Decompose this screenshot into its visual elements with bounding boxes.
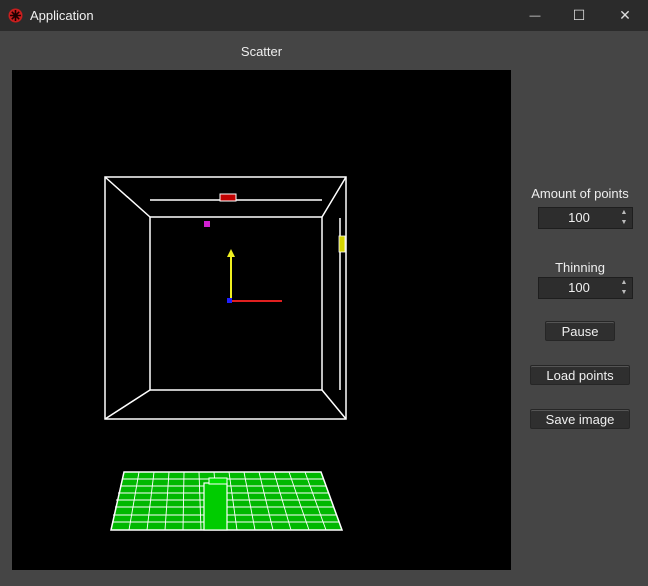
window-title: Application	[30, 8, 94, 23]
scene-title: Scatter	[240, 44, 283, 59]
z-axis	[227, 298, 232, 303]
app-icon	[8, 8, 23, 23]
load-points-button[interactable]: Load points	[530, 365, 630, 385]
y-axis-arrow	[227, 249, 235, 257]
amount-spinbox[interactable]: 100 ▲ ▼	[538, 207, 633, 229]
maximize-icon: ☐	[572, 7, 586, 23]
title-bar[interactable]: Application — ☐ ✕	[0, 0, 648, 31]
thinning-value[interactable]: 100	[539, 278, 619, 298]
box-wireframe	[104, 176, 347, 420]
scatter-scene	[104, 176, 347, 531]
spin-down-arrow-icon[interactable]: ▼	[618, 288, 630, 298]
spin-up-arrow-icon[interactable]: ▲	[618, 278, 630, 288]
y-slider-handle	[338, 235, 346, 253]
close-button[interactable]: ✕	[602, 0, 648, 31]
spin-down-arrow-icon[interactable]: ▼	[618, 218, 630, 228]
minimize-icon: —	[529, 9, 541, 22]
amount-label: Amount of points	[531, 186, 629, 201]
amount-value[interactable]: 100	[539, 208, 619, 228]
x-slider-handle	[219, 193, 237, 202]
thinning-label: Thinning	[555, 260, 605, 275]
close-icon: ✕	[619, 7, 631, 23]
thinning-spinbox[interactable]: 100 ▲ ▼	[538, 277, 633, 299]
save-image-button[interactable]: Save image	[530, 409, 630, 429]
maximize-button[interactable]: ☐	[556, 0, 602, 31]
3d-viewport[interactable]	[12, 70, 511, 570]
spin-up-arrow-icon[interactable]: ▲	[618, 208, 630, 218]
pause-button[interactable]: Pause	[545, 321, 615, 341]
minimize-button[interactable]: —	[512, 0, 558, 31]
axes	[227, 249, 282, 303]
scatter-point	[204, 221, 210, 227]
histogram-bar	[203, 477, 228, 531]
